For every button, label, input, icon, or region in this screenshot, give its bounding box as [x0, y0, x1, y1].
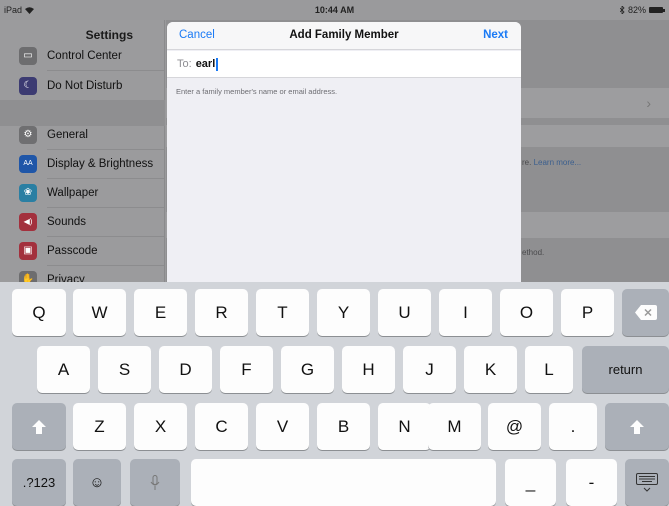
sidebar-item-label: Sounds [47, 215, 87, 228]
key-i[interactable]: I [439, 289, 492, 336]
key-underscore[interactable]: _ [505, 459, 556, 506]
key-f[interactable]: F [220, 346, 273, 393]
dictation-key[interactable] [130, 459, 180, 506]
sidebar-item-wallpaper[interactable]: ❀ Wallpaper [0, 178, 165, 207]
chevron-right-icon: › [646, 95, 651, 111]
microphone-icon [150, 474, 160, 490]
sidebar-item-label: Privacy [47, 273, 85, 283]
keyboard-dismiss-icon [636, 472, 658, 492]
sidebar-item-label: Do Not Disturb [47, 79, 123, 92]
sidebar-item-label: Display & Brightness [47, 157, 154, 170]
recipient-input[interactable]: earl [196, 58, 216, 70]
key-at[interactable]: @ [488, 403, 541, 450]
hand-icon: ✋ [19, 270, 37, 282]
sheet-navbar: Cancel Add Family Member Next [167, 22, 521, 50]
key-k[interactable]: K [464, 346, 517, 393]
numbers-key[interactable]: .?123 [12, 459, 66, 506]
shift-key-right[interactable] [605, 403, 669, 450]
key-m[interactable]: M [428, 403, 481, 450]
sheet-title: Add Family Member [289, 29, 399, 41]
sidebar-item-passcode[interactable]: ▣ Passcode [0, 236, 165, 265]
sidebar-item-control-center[interactable]: ▭ Control Center [0, 41, 165, 70]
settings-sidebar: Settings ▭ Control Center ☾ Do Not Distu… [0, 20, 165, 282]
key-y[interactable]: Y [317, 289, 370, 336]
key-p[interactable]: P [561, 289, 614, 336]
shift-arrow-icon [630, 419, 644, 434]
key-period[interactable]: . [549, 403, 597, 450]
key-g[interactable]: G [281, 346, 334, 393]
recipient-hint: Enter a family member's name or email ad… [176, 87, 338, 96]
key-e[interactable]: E [134, 289, 187, 336]
to-label: To: [177, 58, 192, 70]
key-u[interactable]: U [378, 289, 431, 336]
gear-icon: ⚙ [19, 125, 37, 144]
moon-icon: ☾ [19, 76, 37, 95]
space-bar[interactable] [191, 459, 496, 506]
key-v[interactable]: V [256, 403, 309, 450]
battery-icon [649, 7, 665, 13]
return-key[interactable]: return [582, 346, 669, 393]
sidebar-item-general[interactable]: ⚙ General [0, 120, 165, 149]
lock-icon: ▣ [19, 241, 37, 260]
key-d[interactable]: D [159, 346, 212, 393]
key-z[interactable]: Z [73, 403, 126, 450]
key-a[interactable]: A [37, 346, 90, 393]
recipient-field[interactable]: To: earl [167, 51, 521, 78]
key-x[interactable]: X [134, 403, 187, 450]
sidebar-item-label: Control Center [47, 49, 122, 62]
key-dash[interactable]: - [566, 459, 617, 506]
shift-arrow-icon [32, 419, 46, 434]
key-j[interactable]: J [403, 346, 456, 393]
sidebar-item-sounds[interactable]: ◀) Sounds [0, 207, 165, 236]
key-w[interactable]: W [73, 289, 126, 336]
delete-key[interactable] [622, 289, 669, 336]
key-q[interactable]: Q [12, 289, 66, 336]
wallpaper-icon: ❀ [19, 183, 37, 202]
key-l[interactable]: L [525, 346, 573, 393]
sidebar-item-display-brightness[interactable]: AA Display & Brightness [0, 149, 165, 178]
sidebar-item-label: General [47, 128, 88, 141]
sidebar-item-label: Wallpaper [47, 186, 99, 199]
sidebar-item-do-not-disturb[interactable]: ☾ Do Not Disturb [0, 71, 165, 100]
hide-keyboard-key[interactable] [625, 459, 669, 506]
key-n[interactable]: N [378, 403, 431, 450]
add-family-member-sheet: Cancel Add Family Member Next To: earl E… [167, 22, 521, 284]
sidebar-item-label: Passcode [47, 244, 98, 257]
text-cursor [216, 57, 218, 71]
detail-footnote: re. Learn more... [522, 158, 582, 167]
next-button[interactable]: Next [483, 29, 508, 41]
learn-more-link[interactable]: Learn more... [534, 158, 582, 167]
speaker-icon: ◀) [19, 212, 37, 231]
key-r[interactable]: R [195, 289, 248, 336]
display-icon: AA [19, 154, 37, 173]
key-h[interactable]: H [342, 346, 395, 393]
status-bar: iPad 10:44 AM 82% [0, 0, 669, 20]
emoji-key[interactable]: ☺ [73, 459, 121, 506]
control-center-icon: ▭ [19, 46, 37, 65]
key-s[interactable]: S [98, 346, 151, 393]
key-c[interactable]: C [195, 403, 248, 450]
shift-key-left[interactable] [12, 403, 66, 450]
detail-footnote: ethod. [522, 248, 545, 257]
emoji-icon: ☺ [89, 474, 105, 491]
key-b[interactable]: B [317, 403, 370, 450]
key-o[interactable]: O [500, 289, 553, 336]
onscreen-keyboard: Q W E R T Y U I O P A S D F G H J K L re… [0, 282, 669, 506]
delete-backspace-icon [634, 305, 657, 320]
key-t[interactable]: T [256, 289, 309, 336]
sidebar-title: Settings [85, 28, 133, 42]
sidebar-item-privacy[interactable]: ✋ Privacy [0, 265, 165, 282]
bluetooth-icon [619, 6, 625, 14]
battery-percent: 82% [627, 5, 646, 15]
battery-status: 82% [619, 5, 665, 15]
status-time: 10:44 AM [314, 5, 355, 15]
